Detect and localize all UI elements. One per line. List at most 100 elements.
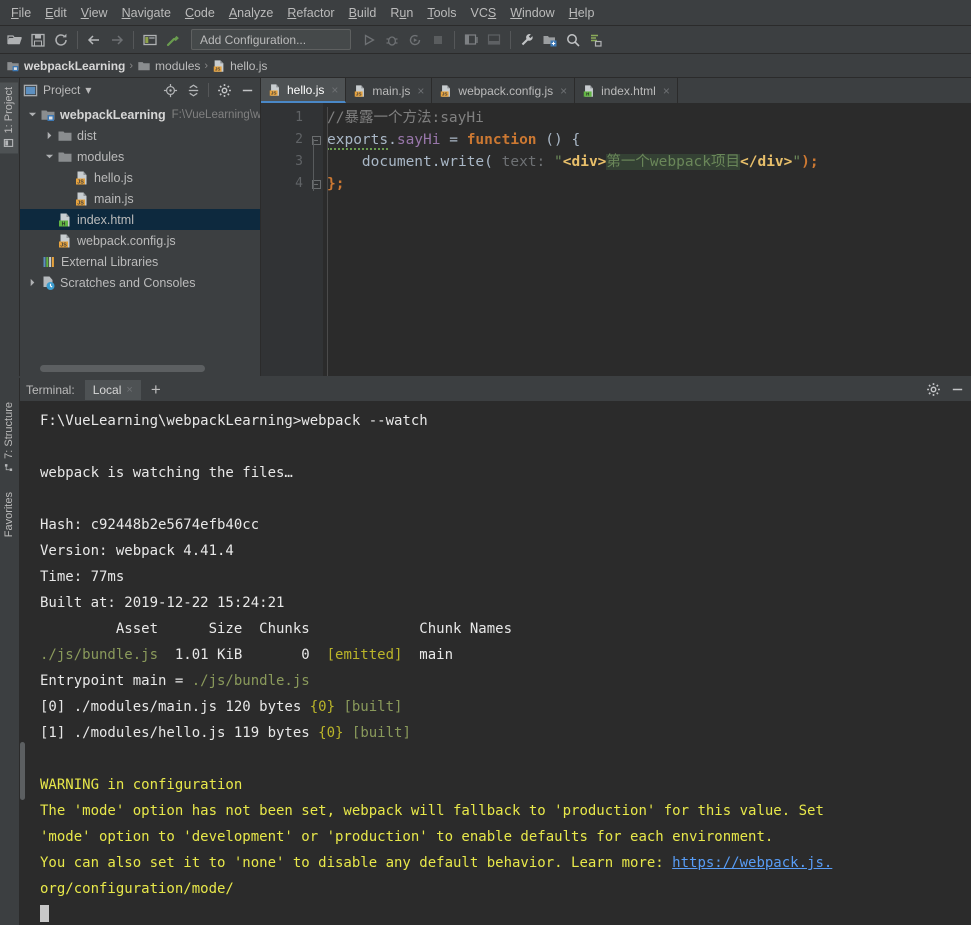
tree-row-webpack-config-js[interactable]: JS webpack.config.js	[20, 230, 260, 251]
sidebar-tab-favorites[interactable]: Favorites	[0, 488, 18, 541]
project-panel-dropdown-caret[interactable]: ▾	[85, 83, 91, 97]
tree-row-index-html[interactable]: H index.html	[20, 209, 260, 230]
tree-row-dist[interactable]: dist	[20, 125, 260, 146]
settings-gear-icon[interactable]	[923, 380, 943, 400]
sidebar-tab-structure[interactable]: 7: Structure	[0, 398, 18, 477]
menu-item-file[interactable]: File	[4, 3, 38, 23]
search-icon[interactable]	[562, 29, 584, 51]
close-icon[interactable]: ×	[417, 84, 424, 98]
save-all-icon[interactable]	[27, 29, 49, 51]
fold-marker-open[interactable]: −	[309, 129, 323, 151]
twisty-open-icon[interactable]	[41, 152, 57, 161]
twisty-closed-icon[interactable]	[41, 131, 57, 140]
editor-tab-main-js[interactable]: JS main.js ×	[346, 78, 433, 103]
build-hammer-icon[interactable]	[162, 29, 184, 51]
breadcrumb-item-project[interactable]: webpackLearning	[6, 59, 125, 73]
twisty-open-icon[interactable]	[24, 110, 40, 119]
project-scrollbar-thumb[interactable]	[40, 365, 205, 372]
editor-tab-hello-js[interactable]: JS hello.js ×	[261, 78, 347, 103]
editor-tab-index-html[interactable]: H index.html ×	[575, 78, 678, 103]
close-icon[interactable]: ×	[331, 83, 338, 97]
fold-marker-end[interactable]: −	[309, 173, 323, 195]
forward-arrow-icon[interactable]	[106, 29, 128, 51]
terminal-tab-local[interactable]: Local ×	[84, 379, 141, 400]
terminal-docs-link[interactable]: https://webpack.js.	[672, 855, 832, 871]
menu-item-edit[interactable]: Edit	[38, 3, 74, 23]
menu-item-refactor[interactable]: Refactor	[280, 3, 341, 23]
close-icon[interactable]: ×	[126, 384, 132, 396]
terminal-warning-text: You can also set it to 'none' to disable…	[40, 855, 673, 871]
back-arrow-icon[interactable]	[83, 29, 105, 51]
menu-edit-rest: dit	[53, 5, 67, 20]
hide-panel-icon[interactable]	[237, 80, 257, 100]
tree-row-scratches-and-consoles[interactable]: Scratches and Consoles	[20, 272, 260, 293]
folder-icon	[137, 59, 151, 73]
twisty-closed-icon[interactable]	[24, 278, 40, 287]
breadcrumb-item-file[interactable]: JS hello.js	[212, 59, 267, 73]
stop-icon[interactable]	[427, 29, 449, 51]
editor-tab-webpack-config-js[interactable]: JS webpack.config.js ×	[432, 78, 576, 103]
menu-item-help[interactable]: Help	[562, 3, 602, 23]
project-horizontal-scrollbar[interactable]	[20, 362, 260, 376]
tree-row-modules[interactable]: modules	[20, 146, 260, 167]
layout-bottom-icon[interactable]	[483, 29, 505, 51]
code-token-write: write	[440, 154, 485, 170]
run-icon[interactable]	[358, 29, 380, 51]
breadcrumb-item-modules[interactable]: modules	[137, 59, 200, 73]
run-coverage-icon[interactable]	[404, 29, 426, 51]
project-settings-icon[interactable]	[539, 29, 561, 51]
menu-help-rest: elp	[577, 5, 595, 20]
hide-panel-icon[interactable]	[947, 380, 967, 400]
close-icon[interactable]: ×	[560, 84, 567, 98]
code-line-1: //暴露一个方法:sayHi	[323, 107, 971, 129]
sidebar-tab-project[interactable]: 1: Project	[0, 82, 18, 154]
add-configuration-button[interactable]: Add Configuration...	[191, 29, 351, 50]
menu-item-window[interactable]: Window	[503, 3, 561, 23]
menu-item-analyze[interactable]: Analyze	[222, 3, 280, 23]
close-icon[interactable]: ×	[663, 84, 670, 98]
terminal-text: Entrypoint main =	[40, 673, 192, 689]
terminal-line-8: Asset Size Chunks Chunk Names	[40, 616, 971, 642]
collapse-all-icon[interactable]	[183, 80, 203, 100]
terminal-text: Time: 77ms	[40, 569, 125, 585]
terminal-scrollbar[interactable]	[20, 402, 25, 925]
debug-icon[interactable]	[381, 29, 403, 51]
terminal-table-header: Asset Size Chunks Chunk Names	[40, 621, 513, 637]
tree-row-hello-js[interactable]: JS hello.js	[20, 167, 260, 188]
menu-item-vcs[interactable]: VCS	[464, 3, 504, 23]
module-icon	[40, 107, 56, 123]
settings-gear-icon[interactable]	[214, 80, 234, 100]
breadcrumb-separator-2: ›	[204, 59, 209, 72]
terminal-line-10: Entrypoint main = ./js/bundle.js	[40, 668, 971, 694]
tree-row-external-libraries[interactable]: External Libraries	[20, 251, 260, 272]
menu-item-navigate[interactable]: Navigate	[115, 3, 178, 23]
project-tree: webpackLearning F:\VueLearning\w dist mo…	[20, 102, 260, 362]
project-view-icon	[23, 83, 38, 98]
update-project-icon[interactable]	[585, 29, 607, 51]
project-structure-icon[interactable]	[139, 29, 161, 51]
left-tool-strip: 1: Project	[0, 78, 20, 376]
terminal-console[interactable]: F:\VueLearning\webpackLearning>webpack -…	[20, 402, 971, 925]
menu-item-run[interactable]: Run	[383, 3, 420, 23]
menu-item-view[interactable]: View	[74, 3, 115, 23]
terminal-space	[343, 725, 351, 741]
sync-refresh-icon[interactable]	[50, 29, 72, 51]
locate-target-icon[interactable]	[160, 80, 180, 100]
open-folder-icon[interactable]	[4, 29, 26, 51]
terminal-line-11: [0] ./modules/main.js 120 bytes {0} [bui…	[40, 694, 971, 720]
menu-item-build[interactable]: Build	[342, 3, 384, 23]
menu-file-mnemonic: F	[11, 5, 19, 20]
tree-row-webpacklearning[interactable]: webpackLearning F:\VueLearning\w	[20, 104, 260, 125]
tree-row-main-js[interactable]: JS main.js	[20, 188, 260, 209]
menu-item-tools[interactable]: Tools	[420, 3, 463, 23]
new-terminal-tab-button[interactable]: +	[141, 381, 171, 398]
code-content[interactable]: //暴露一个方法:sayHi exports.sayHi = function …	[323, 103, 971, 376]
tree-label-scratches-and-consoles: Scratches and Consoles	[60, 275, 196, 290]
layout-left-icon[interactable]	[460, 29, 482, 51]
code-folding-gutter[interactable]: − −	[309, 103, 323, 376]
settings-wrench-icon[interactable]	[516, 29, 538, 51]
terminal-scrollbar-thumb[interactable]	[20, 742, 25, 800]
code-editor[interactable]: 1 2 3 4 − − //暴露一个方法:sayHi exports.sayHi…	[261, 103, 971, 376]
menu-item-code[interactable]: Code	[178, 3, 222, 23]
